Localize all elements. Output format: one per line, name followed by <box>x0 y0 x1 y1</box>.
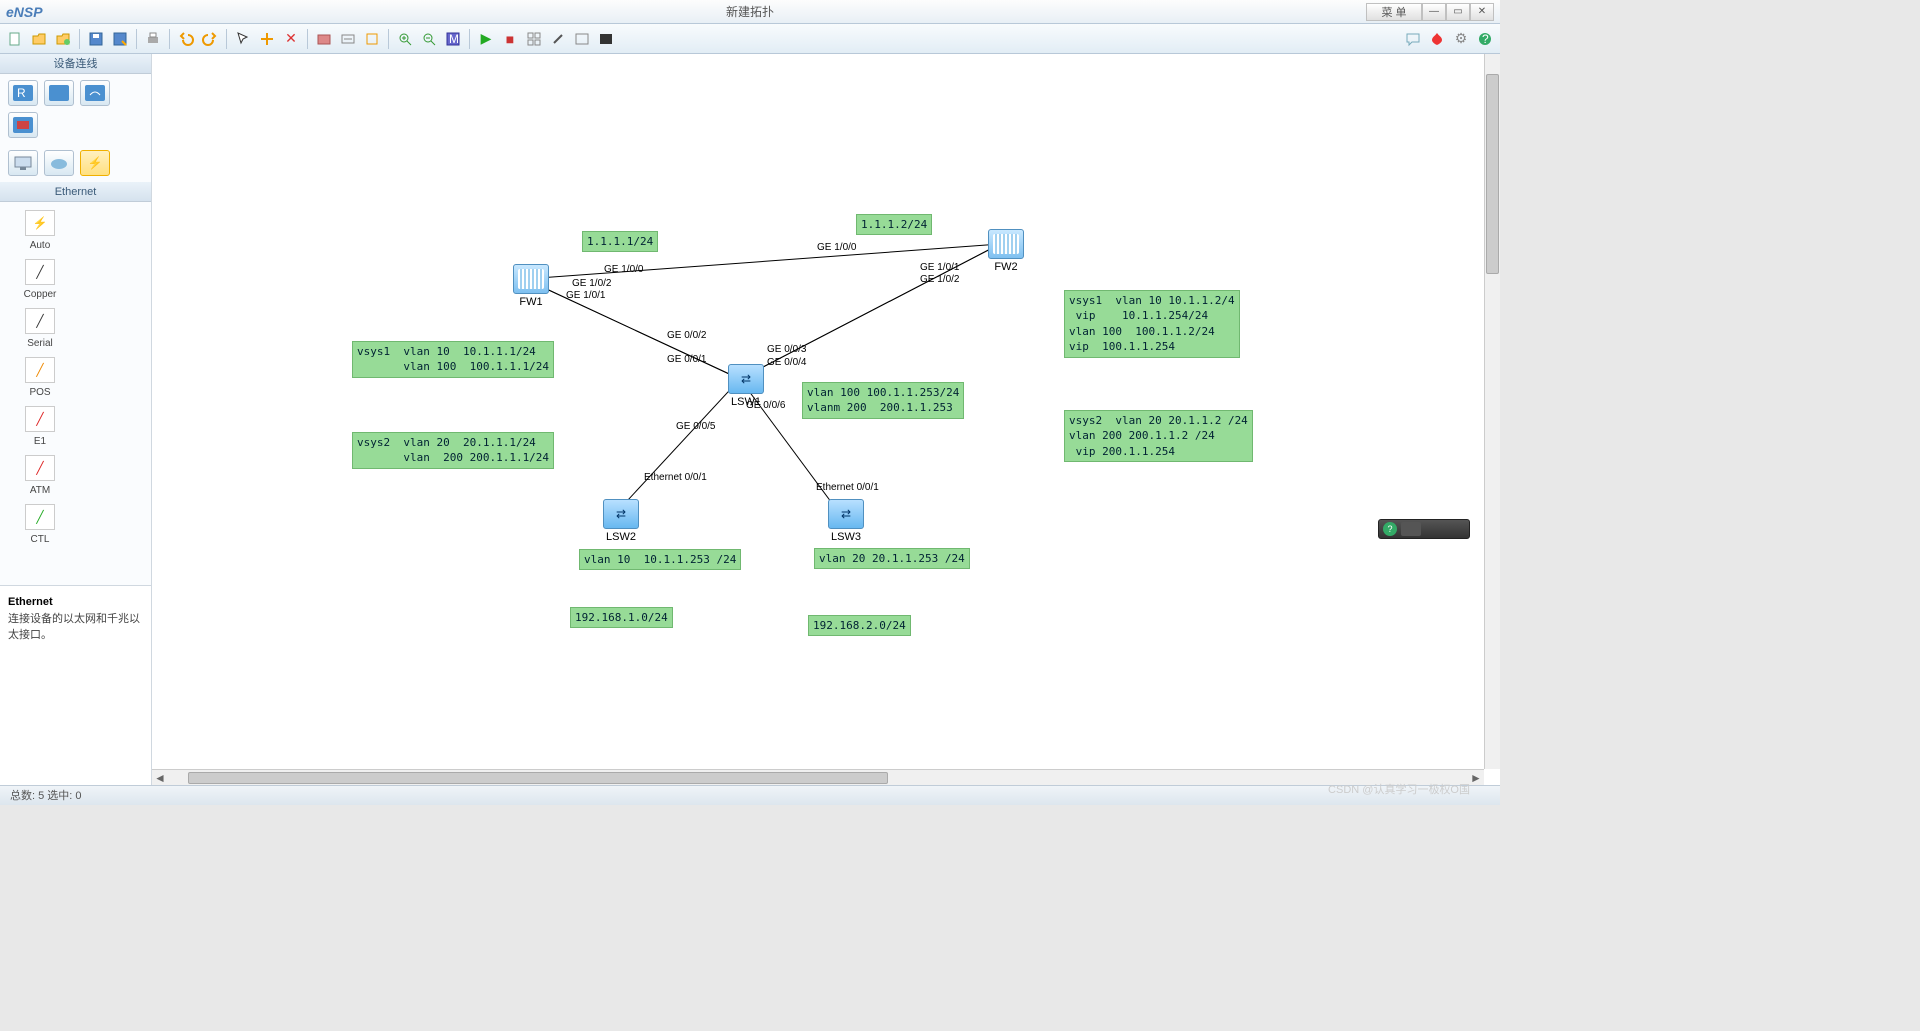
sidebar-description: Ethernet 连接设备的以太网和千兆以太接口。 <box>0 585 151 785</box>
panel-links-header: Ethernet <box>0 182 151 202</box>
zoomout-icon[interactable] <box>418 28 440 50</box>
toolbar: ✕ M ▶ ■ ⚙ ? <box>0 24 1500 54</box>
port-label: GE 1/0/0 <box>817 242 856 253</box>
annotation-note[interactable]: 192.168.2.0/24 <box>808 615 911 636</box>
link-ctl[interactable]: ╱CTL <box>10 504 70 545</box>
redo-icon[interactable] <box>199 28 221 50</box>
link-serial[interactable]: ╱Serial <box>10 308 70 349</box>
port-label: GE 1/0/2 <box>572 278 611 289</box>
port-label: GE 0/0/5 <box>676 421 715 432</box>
device-pc-icon[interactable] <box>8 150 38 176</box>
window-icon[interactable] <box>571 28 593 50</box>
annotation-note[interactable]: 1.1.1.2/24 <box>856 214 932 235</box>
pan-icon[interactable] <box>256 28 278 50</box>
device-wlan-icon[interactable] <box>80 80 110 106</box>
save-icon[interactable] <box>85 28 107 50</box>
chat-icon[interactable] <box>1402 28 1424 50</box>
desc-title: Ethernet <box>8 596 53 608</box>
stop-icon[interactable]: ■ <box>499 28 521 50</box>
scrollbar-vertical[interactable] <box>1484 54 1500 769</box>
link-e1[interactable]: ╱E1 <box>10 406 70 447</box>
desc-body: 连接设备的以太网和千兆以太接口。 <box>8 610 143 642</box>
saveas-icon[interactable] <box>109 28 131 50</box>
node-fw1[interactable]: FW1 <box>507 264 555 308</box>
dark-icon[interactable] <box>595 28 617 50</box>
annotation-note[interactable]: vlan 100 100.1.1.253/24 vlanm 200 200.1.… <box>802 382 964 419</box>
device-link-icon[interactable]: ⚡ <box>80 150 110 176</box>
annotation-note[interactable]: vlan 20 20.1.1.253 /24 <box>814 548 970 569</box>
link-auto[interactable]: ⚡Auto <box>10 210 70 251</box>
select-icon[interactable] <box>232 28 254 50</box>
menu-button[interactable]: 菜 单 <box>1366 3 1422 21</box>
topology-canvas[interactable]: FW1FW2LSW1LSW2LSW3GE 1/0/0GE 1/0/2GE 1/0… <box>152 54 1500 785</box>
port-label: GE 0/0/1 <box>667 354 706 365</box>
undo-icon[interactable] <box>175 28 197 50</box>
window-title: 新建拓扑 <box>726 3 774 20</box>
shape-icon[interactable] <box>361 28 383 50</box>
capture-icon[interactable] <box>313 28 335 50</box>
grid-icon[interactable] <box>523 28 545 50</box>
node-fw2[interactable]: FW2 <box>982 229 1030 273</box>
port-label: Ethernet 0/0/1 <box>816 482 879 493</box>
panel-devices-header: 设备连线 <box>0 54 151 74</box>
annotation-note[interactable]: vsys1 vlan 10 10.1.1.2/4 vip 10.1.1.254/… <box>1064 290 1240 358</box>
node-lsw3[interactable]: LSW3 <box>822 499 870 543</box>
new-icon[interactable] <box>4 28 26 50</box>
watermark: CSDN @认真学习一极权O国 <box>1328 781 1470 797</box>
annotation-note[interactable]: 1.1.1.1/24 <box>582 231 658 252</box>
fit-icon[interactable]: M <box>442 28 464 50</box>
annotation-note[interactable]: vsys1 vlan 10 10.1.1.1/24 vlan 100 100.1… <box>352 341 554 378</box>
link-copper[interactable]: ╱Copper <box>10 259 70 300</box>
delete-icon[interactable]: ✕ <box>280 28 302 50</box>
float-toolbar[interactable]: ? <box>1378 519 1470 539</box>
annotation-note[interactable]: 192.168.1.0/24 <box>570 607 673 628</box>
scrollbar-horizontal[interactable]: ◄► <box>152 769 1484 785</box>
close-button[interactable]: ✕ <box>1470 3 1494 21</box>
annotation-note[interactable]: vsys2 vlan 20 20.1.1.2 /24 vlan 200 200.… <box>1064 410 1253 462</box>
node-lsw2[interactable]: LSW2 <box>597 499 645 543</box>
port-label: GE 0/0/4 <box>767 357 806 368</box>
start-icon[interactable]: ▶ <box>475 28 497 50</box>
device-switch-icon[interactable] <box>44 80 74 106</box>
zoomin-icon[interactable] <box>394 28 416 50</box>
float-handle-icon[interactable] <box>1401 522 1421 536</box>
svg-text:M: M <box>449 32 459 46</box>
svg-text:?: ? <box>1482 32 1489 46</box>
port-label: GE 0/0/6 <box>746 400 785 411</box>
port-label: GE 0/0/3 <box>767 344 806 355</box>
open-project-icon[interactable] <box>52 28 74 50</box>
settings-icon[interactable]: ⚙ <box>1450 28 1472 50</box>
device-router-icon[interactable]: R <box>8 80 38 106</box>
annotation-note[interactable]: vlan 10 10.1.1.253 /24 <box>579 549 741 570</box>
link-atm[interactable]: ╱ATM <box>10 455 70 496</box>
sidebar: 设备连线 R ⚡ Ethernet ⚡Auto ╱Copper ╱Serial ╱PO… <box>0 54 152 785</box>
float-info-icon[interactable]: ? <box>1383 522 1397 536</box>
huawei-icon[interactable] <box>1426 28 1448 50</box>
text-icon[interactable] <box>337 28 359 50</box>
port-label: GE 1/0/1 <box>566 290 605 301</box>
port-label: GE 1/0/0 <box>604 264 643 275</box>
device-cloud-icon[interactable] <box>44 150 74 176</box>
maximize-button[interactable]: ▭ <box>1446 3 1470 21</box>
titlebar: eNSP 新建拓扑 菜 单 — ▭ ✕ <box>0 0 1500 24</box>
device-firewall-icon[interactable] <box>8 112 38 138</box>
link-pos[interactable]: ╱POS <box>10 357 70 398</box>
app-logo: eNSP <box>6 4 43 20</box>
print-icon[interactable] <box>142 28 164 50</box>
port-label: GE 0/0/2 <box>667 330 706 341</box>
statusbar: 总数: 5 选中: 0 <box>0 785 1500 805</box>
port-label: GE 1/0/2 <box>920 274 959 285</box>
help-icon[interactable]: ? <box>1474 28 1496 50</box>
annotation-note[interactable]: vsys2 vlan 20 20.1.1.1/24 vlan 200 200.1… <box>352 432 554 469</box>
svg-text:R: R <box>17 86 26 100</box>
link-icon[interactable] <box>547 28 569 50</box>
open-icon[interactable] <box>28 28 50 50</box>
minimize-button[interactable]: — <box>1422 3 1446 21</box>
port-label: GE 1/0/1 <box>920 262 959 273</box>
port-label: Ethernet 0/0/1 <box>644 472 707 483</box>
